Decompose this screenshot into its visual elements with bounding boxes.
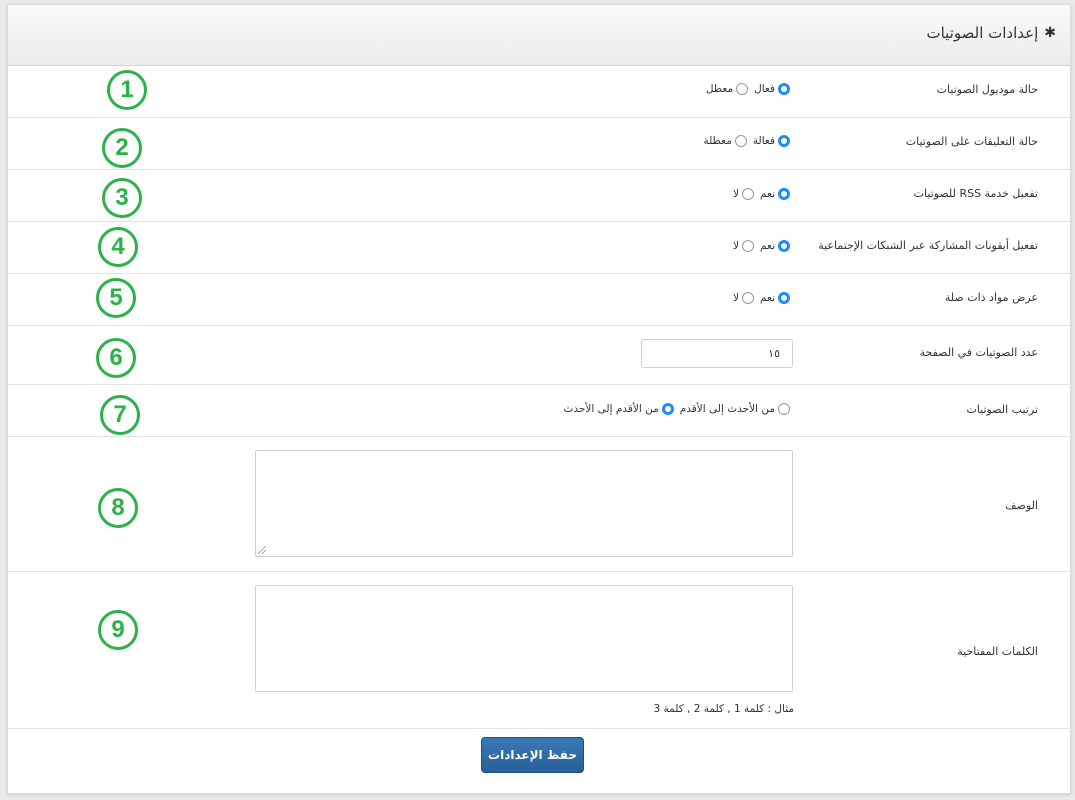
radio-group: فعالة معطلة	[697, 135, 790, 147]
radio-button-selected[interactable]	[778, 83, 790, 95]
keywords-hint: مثال : كلمة 1 , كلمة 2 , كلمة 3	[653, 703, 794, 715]
radio-label: لا	[733, 240, 740, 252]
gear-icon: ✱	[1044, 25, 1056, 41]
setting-label: حالة موديول الصوتيات	[936, 83, 1038, 96]
resize-handle-icon[interactable]	[258, 546, 266, 554]
setting-row-comments-status: حالة التعليقات على الصوتيات فعالة معطلة	[8, 118, 1070, 170]
radio-group: نعم لا	[727, 240, 790, 252]
radio-button-selected[interactable]	[778, 188, 790, 200]
settings-panel: ✱ إعدادات الصوتيات حالة موديول الصوتيات …	[7, 4, 1071, 794]
setting-label: ترتيب الصوتيات	[966, 403, 1038, 416]
annotation-badge-5: 5	[96, 278, 136, 318]
radio-button-selected[interactable]	[778, 292, 790, 304]
radio-label: معطل	[705, 83, 734, 95]
setting-label: الوصف	[1005, 499, 1038, 512]
radio-group: نعم لا	[727, 292, 790, 304]
radio-option-yes[interactable]: نعم	[760, 292, 790, 304]
save-settings-button[interactable]: حفظ الإعدادات	[481, 737, 584, 773]
setting-row-related: عرض مواد ذات صلة نعم لا	[8, 274, 1070, 326]
annotation-badge-8: 8	[98, 488, 138, 528]
radio-label: معطلة	[703, 135, 732, 147]
radio-option-yes[interactable]: نعم	[760, 188, 790, 200]
per-page-input[interactable]: ١٥	[641, 339, 793, 368]
radio-label: فعالة	[752, 135, 775, 147]
radio-label: فعال	[754, 83, 775, 95]
radio-option-disabled[interactable]: معطلة	[703, 135, 747, 147]
panel-title-text: إعدادات الصوتيات	[926, 24, 1039, 42]
setting-label: تفعيل خدمة RSS للصوتيات	[913, 187, 1038, 200]
setting-row-description: الوصف	[8, 437, 1070, 572]
radio-button[interactable]	[742, 240, 755, 252]
annotation-badge-6: 6	[96, 338, 136, 378]
annotation-badge-2: 2	[102, 128, 142, 168]
radio-option-oldest-first[interactable]: من الأقدم إلى الأحدث	[564, 403, 674, 415]
radio-label: نعم	[760, 188, 775, 200]
radio-option-yes[interactable]: نعم	[760, 240, 790, 252]
radio-button[interactable]	[778, 403, 790, 415]
setting-row-module-status: حالة موديول الصوتيات فعال معطل	[8, 66, 1070, 118]
description-textarea[interactable]	[255, 450, 793, 557]
setting-row-keywords: الكلمات المفتاحية مثال : كلمة 1 , كلمة 2…	[8, 572, 1070, 729]
annotation-badge-9: 9	[98, 610, 138, 650]
radio-label: نعم	[760, 292, 775, 304]
annotation-badge-3: 3	[102, 178, 142, 218]
radio-button[interactable]	[734, 135, 747, 147]
setting-row-per-page: عدد الصوتيات في الصفحة ١٥	[8, 326, 1070, 385]
radio-label: لا	[733, 188, 740, 200]
annotation-badge-1: 1	[107, 70, 147, 110]
panel-header: ✱ إعدادات الصوتيات	[8, 5, 1070, 66]
setting-label: حالة التعليقات على الصوتيات	[905, 135, 1038, 148]
radio-button[interactable]	[742, 188, 755, 200]
radio-group: فعال معطل	[700, 83, 790, 95]
setting-label: عرض مواد ذات صلة	[944, 291, 1038, 304]
setting-row-order: ترتيب الصوتيات من الأحدث إلى الأقدم من ا…	[8, 385, 1070, 437]
annotation-badge-7: 7	[100, 395, 140, 435]
radio-option-enabled[interactable]: فعالة	[753, 135, 790, 147]
radio-button[interactable]	[742, 292, 755, 304]
radio-group: نعم لا	[727, 188, 790, 200]
radio-option-no[interactable]: لا	[733, 292, 755, 304]
keywords-textarea[interactable]	[255, 585, 793, 692]
radio-button-selected[interactable]	[778, 135, 790, 147]
annotation-badge-4: 4	[98, 227, 138, 267]
radio-option-enabled[interactable]: فعال	[754, 83, 790, 95]
radio-label: نعم	[760, 240, 775, 252]
setting-label: الكلمات المفتاحية	[957, 645, 1038, 658]
radio-button-selected[interactable]	[661, 403, 674, 415]
setting-row-rss: تفعيل خدمة RSS للصوتيات نعم لا	[8, 170, 1070, 222]
radio-label: لا	[733, 292, 740, 304]
radio-button-selected[interactable]	[778, 240, 790, 252]
radio-option-disabled[interactable]: معطل	[705, 83, 749, 95]
radio-option-no[interactable]: لا	[733, 188, 755, 200]
radio-option-no[interactable]: لا	[733, 240, 755, 252]
radio-group: من الأحدث إلى الأقدم من الأقدم إلى الأحد…	[558, 403, 790, 415]
radio-label: من الأحدث إلى الأقدم	[679, 403, 775, 415]
setting-row-share-icons: تفعيل أيقونات المشاركة عبر الشبكات الإجت…	[8, 222, 1070, 274]
setting-label: عدد الصوتيات في الصفحة	[919, 346, 1038, 359]
radio-label: من الأقدم إلى الأحدث	[563, 403, 659, 415]
radio-button[interactable]	[736, 83, 749, 95]
setting-label: تفعيل أيقونات المشاركة عبر الشبكات الإجت…	[818, 239, 1038, 252]
panel-title: ✱ إعدادات الصوتيات	[926, 24, 1056, 42]
radio-option-newest-first[interactable]: من الأحدث إلى الأقدم	[680, 403, 790, 415]
